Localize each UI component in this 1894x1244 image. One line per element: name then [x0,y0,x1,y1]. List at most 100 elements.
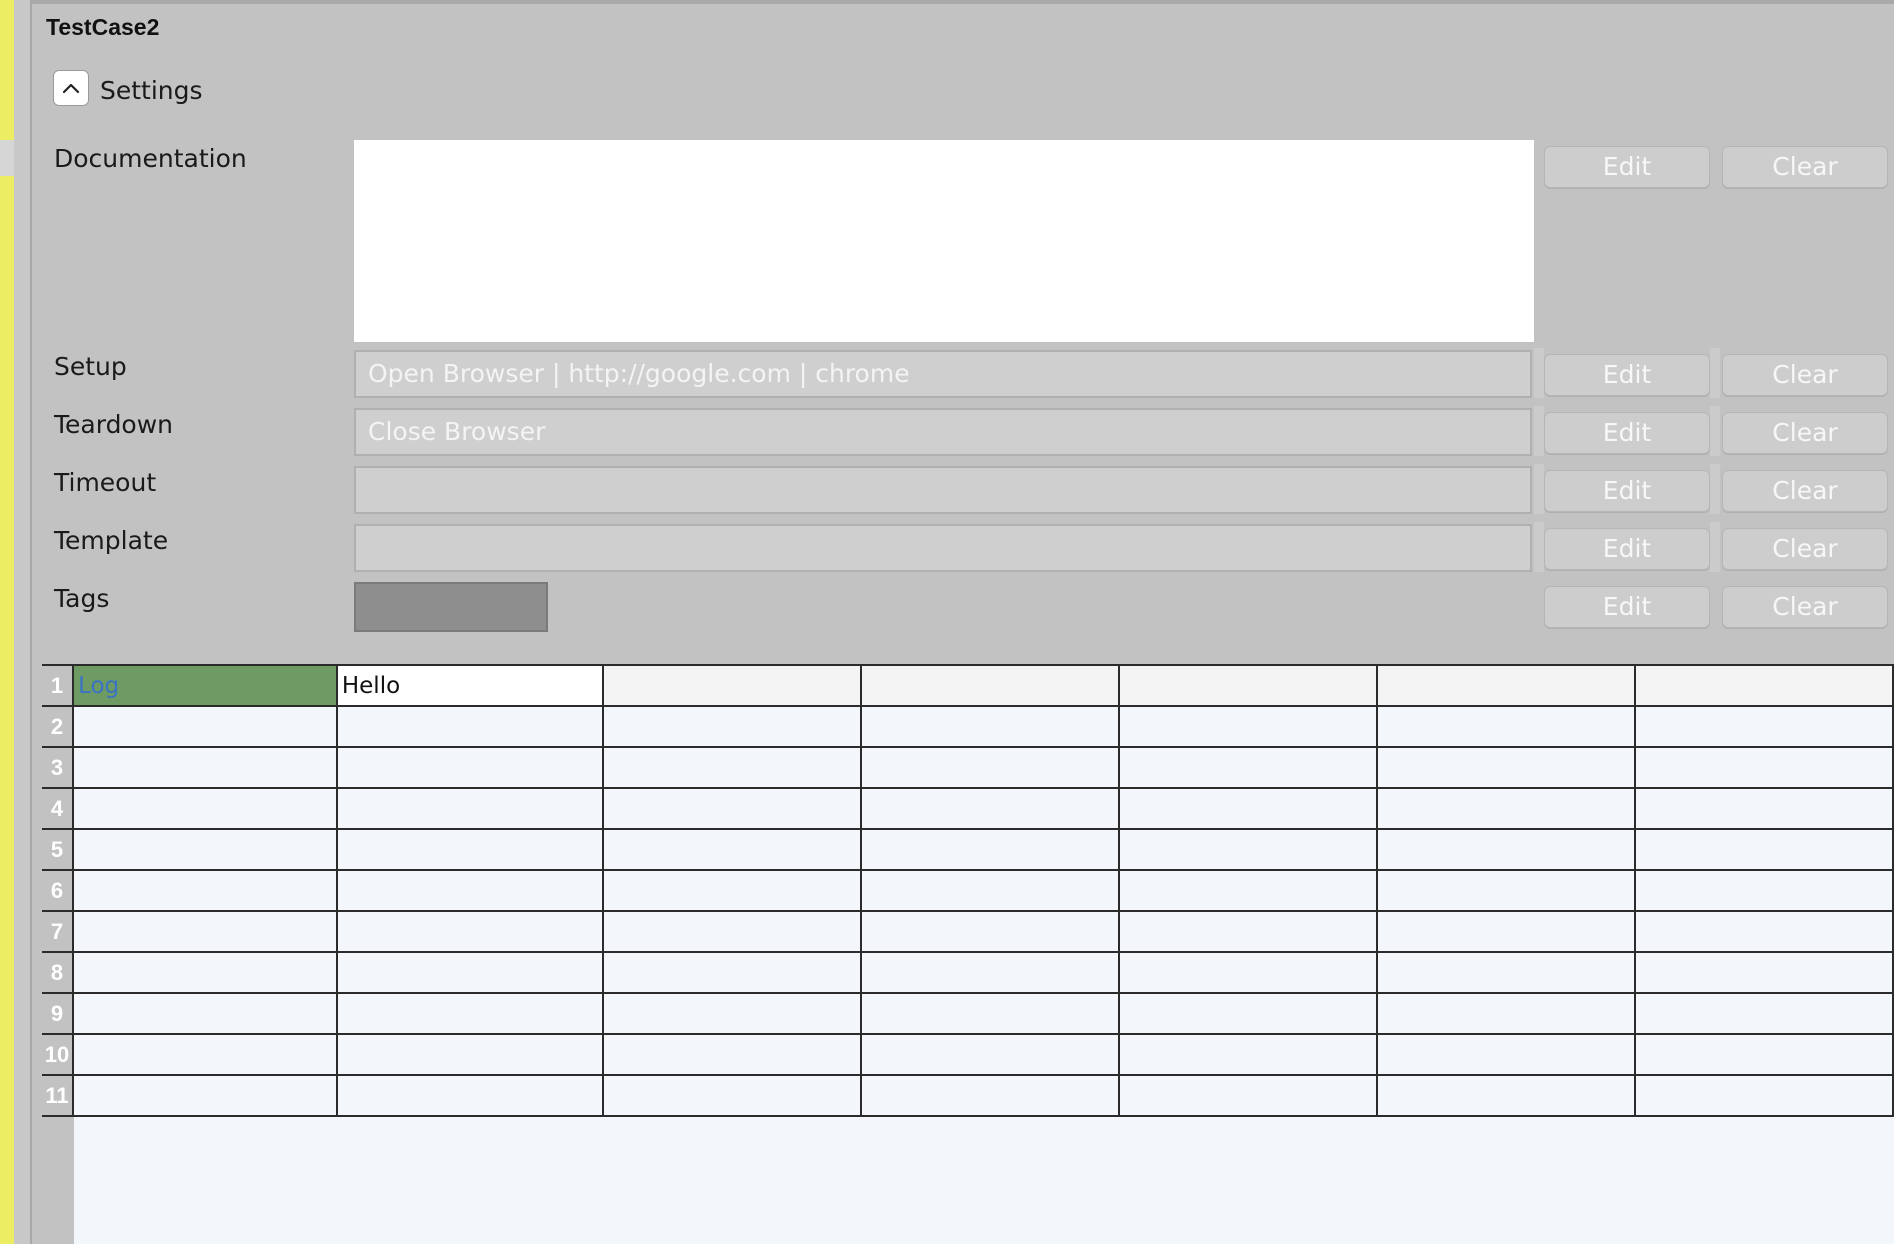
grid-cell[interactable] [602,705,863,748]
row-number[interactable]: 5 [42,828,75,871]
grid-cell[interactable] [1633,746,1894,789]
template-clear-button[interactable]: Clear [1722,528,1888,570]
grid-cell[interactable] [335,746,605,789]
grid-cell[interactable] [1376,1033,1636,1076]
splitter-handle[interactable] [14,0,32,1244]
grid-cell[interactable] [602,910,863,953]
grid-cell[interactable] [1633,951,1894,994]
grid-cell[interactable] [1633,828,1894,871]
grid-cell[interactable] [335,951,605,994]
timeout-clear-button[interactable]: Clear [1722,470,1888,512]
template-field[interactable] [354,524,1532,572]
grid-cell[interactable] [860,1074,1121,1117]
grid-cell[interactable] [1633,787,1894,830]
grid-cell[interactable] [1376,828,1636,871]
row-number[interactable]: 3 [42,746,75,789]
row-number[interactable]: 11 [42,1074,75,1117]
grid-cell[interactable] [335,705,605,748]
grid-cell[interactable] [860,910,1121,953]
documentation-edit-button[interactable]: Edit [1544,146,1710,188]
grid-cell[interactable] [1376,1074,1636,1117]
grid-cell[interactable] [72,828,338,871]
grid-cell[interactable] [1118,787,1379,830]
grid-cell[interactable] [1633,664,1894,707]
row-number[interactable]: 6 [42,869,75,912]
grid-cell[interactable] [1376,746,1636,789]
grid-cell[interactable] [72,992,338,1035]
settings-toggle-button[interactable] [53,70,89,106]
setup-edit-button[interactable]: Edit [1544,354,1710,396]
row-number[interactable]: 7 [42,910,75,953]
row-number[interactable]: 2 [42,705,75,748]
teardown-field[interactable]: Close Browser [354,408,1532,456]
grid-cell[interactable] [1118,910,1379,953]
grid-cell[interactable] [1118,1033,1379,1076]
grid-cell[interactable] [72,705,338,748]
grid-cell[interactable] [335,828,605,871]
timeout-field[interactable] [354,466,1532,514]
grid-cell[interactable] [1376,664,1636,707]
grid-cell[interactable] [602,787,863,830]
grid-cell[interactable] [1633,1074,1894,1117]
row-number[interactable]: 4 [42,787,75,830]
grid-cell[interactable] [1118,664,1379,707]
grid-cell[interactable] [72,1074,338,1117]
grid-cell[interactable] [72,951,338,994]
grid-cell[interactable] [602,1033,863,1076]
row-number[interactable]: 9 [42,992,75,1035]
template-edit-button[interactable]: Edit [1544,528,1710,570]
timeout-edit-button[interactable]: Edit [1544,470,1710,512]
grid-cell[interactable] [860,951,1121,994]
grid-cell[interactable] [335,869,605,912]
grid-cell[interactable] [860,664,1121,707]
teardown-clear-button[interactable]: Clear [1722,412,1888,454]
grid-cell[interactable] [860,1033,1121,1076]
grid-cell[interactable] [602,746,863,789]
grid-cell[interactable] [1376,705,1636,748]
grid-cell[interactable] [860,705,1121,748]
grid-cell[interactable] [1376,787,1636,830]
grid-cell[interactable] [1376,951,1636,994]
grid-cell[interactable] [1633,992,1894,1035]
grid-cell[interactable] [860,869,1121,912]
grid-cell[interactable] [335,787,605,830]
teardown-edit-button[interactable]: Edit [1544,412,1710,454]
grid-cell[interactable] [335,1074,605,1117]
grid-cell[interactable] [860,828,1121,871]
grid-cell[interactable] [72,787,338,830]
side-strip-tab[interactable] [0,140,14,176]
row-number[interactable]: 1 [42,664,75,707]
row-number[interactable]: 8 [42,951,75,994]
grid-cell[interactable] [72,746,338,789]
documentation-field[interactable] [354,140,1534,342]
row-number[interactable]: 10 [42,1033,75,1076]
tags-edit-button[interactable]: Edit [1544,586,1710,628]
tags-clear-button[interactable]: Clear [1722,586,1888,628]
grid-cell[interactable] [335,910,605,953]
grid-cell[interactable] [602,828,863,871]
grid-cell[interactable] [1376,992,1636,1035]
grid-cell[interactable] [602,1074,863,1117]
grid-cell[interactable] [1633,869,1894,912]
keyword-cell[interactable]: Log [72,664,338,707]
grid-cell[interactable] [602,992,863,1035]
grid-cell[interactable] [860,787,1121,830]
documentation-clear-button[interactable]: Clear [1722,146,1888,188]
tags-field[interactable] [354,582,548,632]
grid-cell[interactable] [1118,828,1379,871]
grid-cell[interactable] [860,992,1121,1035]
grid-cell[interactable] [1118,1074,1379,1117]
grid-cell[interactable] [72,1033,338,1076]
grid-cell[interactable] [1633,1033,1894,1076]
grid-cell[interactable] [602,664,863,707]
grid-cell[interactable] [602,951,863,994]
grid-cell[interactable] [72,910,338,953]
grid-cell[interactable] [1118,869,1379,912]
grid-cell[interactable] [335,1033,605,1076]
grid-cell[interactable] [1376,869,1636,912]
grid-cell[interactable] [1118,951,1379,994]
setup-clear-button[interactable]: Clear [1722,354,1888,396]
grid-cell[interactable] [1633,705,1894,748]
grid-cell[interactable] [602,869,863,912]
grid-cell[interactable] [860,746,1121,789]
